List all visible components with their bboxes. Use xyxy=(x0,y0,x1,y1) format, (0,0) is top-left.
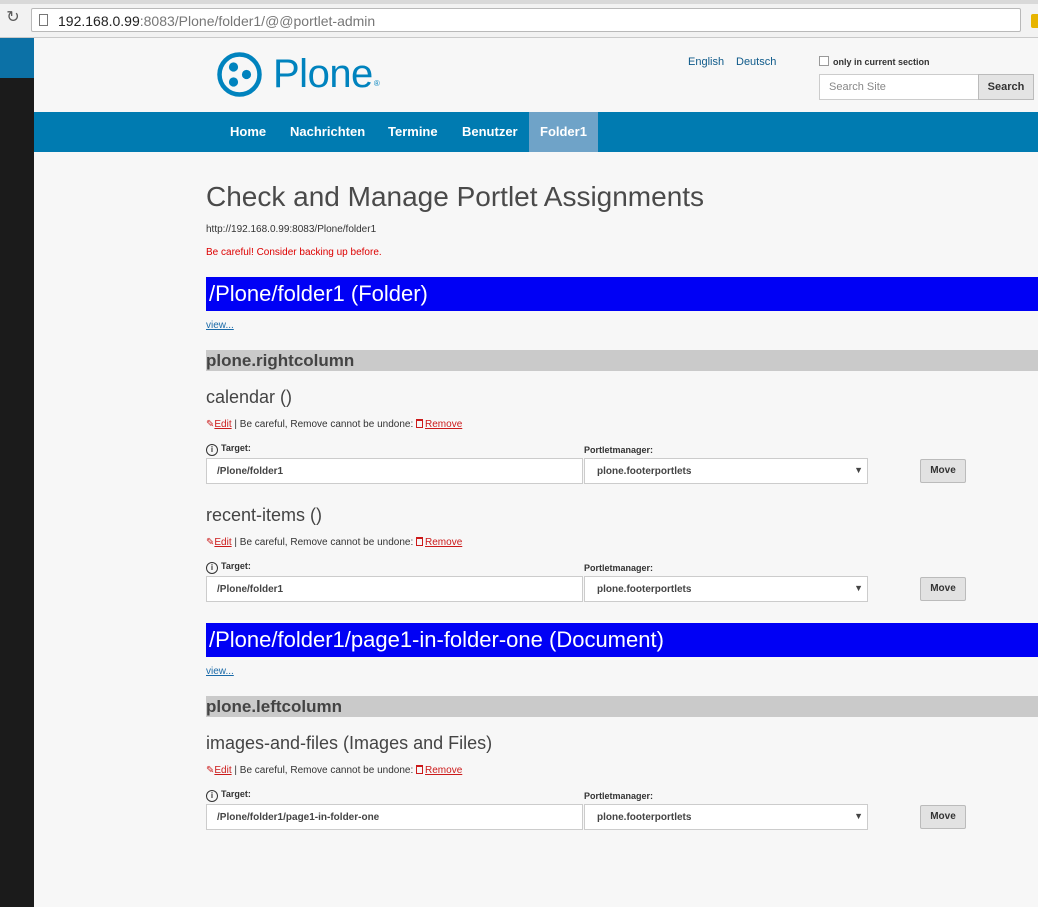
target-input[interactable]: /Plone/folder1 xyxy=(206,576,583,602)
remove-link[interactable]: Remove xyxy=(425,419,462,430)
portlet-title-images-and-files: images-and-files (Images and Files) xyxy=(206,733,493,753)
trash-icon xyxy=(416,765,424,774)
view-link-page1[interactable]: view... xyxy=(206,666,234,677)
remove-link[interactable]: Remove xyxy=(425,537,462,548)
portlet-actions-images-and-files: ✎Edit | Be careful, Remove cannot be und… xyxy=(206,765,462,776)
target-label-text: Target: xyxy=(221,443,251,453)
info-icon: i xyxy=(206,790,218,802)
remove-warning-text: | Be careful, Remove cannot be undone: xyxy=(231,537,417,548)
column-heading-leftcolumn: plone.leftcolumn xyxy=(206,696,1038,717)
portlet-title-calendar: calendar () xyxy=(206,387,293,407)
portletmanager-selected-value: plone.footerportlets xyxy=(597,466,692,477)
url-path: :8083/Plone/folder1/@@portlet-admin xyxy=(139,13,376,29)
target-label-text: Target: xyxy=(221,561,251,571)
nav-item-benutzer[interactable]: Benutzer xyxy=(451,112,529,152)
portlet-actions-calendar: ✎Edit | Be careful, Remove cannot be und… xyxy=(206,419,462,430)
search-input[interactable]: Search Site xyxy=(819,74,979,100)
context-url: http://192.168.0.99:8083/Plone/folder1 xyxy=(206,224,377,235)
logo-wordmark: Plone xyxy=(273,52,373,96)
language-english[interactable]: English xyxy=(688,56,724,68)
extension-icon[interactable] xyxy=(1031,14,1038,28)
only-current-section-checkbox[interactable] xyxy=(819,56,829,66)
reload-icon[interactable]: ↻ xyxy=(5,10,21,26)
browser-toolbar: ↻ 192.168.0.99:8083/Plone/folder1/@@port… xyxy=(0,4,1038,38)
chevron-down-icon: ▼ xyxy=(854,583,863,593)
backup-warning: Be careful! Consider backing up before. xyxy=(206,247,382,258)
remove-link[interactable]: Remove xyxy=(425,765,462,776)
portletmanager-label: Portletmanager: xyxy=(584,445,654,455)
move-button[interactable]: Move xyxy=(920,459,966,483)
edit-link[interactable]: Edit xyxy=(214,419,231,430)
page-title: Check and Manage Portlet Assignments xyxy=(206,181,705,212)
target-input[interactable]: /Plone/folder1/page1-in-folder-one xyxy=(206,804,583,830)
remove-warning-text: | Be careful, Remove cannot be undone: xyxy=(231,419,417,430)
logo-text: Plone® xyxy=(273,50,380,98)
object-heading-page1: /Plone/folder1/page1-in-folder-one (Docu… xyxy=(206,623,1038,657)
nav-item-home[interactable]: Home xyxy=(219,112,277,152)
portletmanager-select[interactable]: plone.footerportlets ▼ xyxy=(584,804,868,830)
target-label: i Target: xyxy=(206,789,251,802)
portletmanager-selected-value: plone.footerportlets xyxy=(597,584,692,595)
address-url[interactable]: 192.168.0.99:8083/Plone/folder1/@@portle… xyxy=(58,13,375,29)
column-heading-rightcolumn: plone.rightcolumn xyxy=(206,350,1038,371)
portlet-actions-recent-items: ✎Edit | Be careful, Remove cannot be und… xyxy=(206,537,462,548)
view-link-folder1[interactable]: view... xyxy=(206,320,234,331)
page-icon xyxy=(39,14,48,26)
logo-registered-mark: ® xyxy=(373,79,380,88)
main-navigation: Home Nachrichten Termine Benutzer Folder… xyxy=(34,112,1038,152)
info-icon: i xyxy=(206,562,218,574)
move-button[interactable]: Move xyxy=(920,805,966,829)
portlet-title-recent-items: recent-items () xyxy=(206,505,323,525)
url-host: 192.168.0.99 xyxy=(58,13,140,29)
trash-icon xyxy=(416,419,424,428)
search-button[interactable]: Search xyxy=(978,74,1034,100)
remove-warning-text: | Be careful, Remove cannot be undone: xyxy=(231,765,417,776)
nav-item-termine[interactable]: Termine xyxy=(377,112,449,152)
portletmanager-select[interactable]: plone.footerportlets ▼ xyxy=(584,458,868,484)
move-button[interactable]: Move xyxy=(920,577,966,601)
trash-icon xyxy=(416,537,424,546)
portletmanager-label: Portletmanager: xyxy=(584,563,654,573)
info-icon: i xyxy=(206,444,218,456)
portletmanager-label: Portletmanager: xyxy=(584,791,654,801)
target-input[interactable]: /Plone/folder1 xyxy=(206,458,583,484)
left-dark-strip xyxy=(0,38,34,907)
only-current-section-option[interactable]: only in current section xyxy=(819,56,930,67)
target-label-text: Target: xyxy=(221,789,251,799)
nav-item-nachrichten[interactable]: Nachrichten xyxy=(279,112,376,152)
only-current-section-label: only in current section xyxy=(833,57,930,67)
language-deutsch[interactable]: Deutsch xyxy=(736,56,776,68)
nav-item-folder1[interactable]: Folder1 xyxy=(529,112,598,152)
address-bar[interactable]: 192.168.0.99:8083/Plone/folder1/@@portle… xyxy=(31,8,1021,32)
target-label: i Target: xyxy=(206,443,251,456)
plone-logo-icon xyxy=(217,52,262,97)
chevron-down-icon: ▼ xyxy=(854,465,863,475)
object-heading-folder1: /Plone/folder1 (Folder) xyxy=(206,277,1038,311)
target-label: i Target: xyxy=(206,561,251,574)
left-strip-accent xyxy=(0,38,34,78)
plone-logo[interactable]: Plone® xyxy=(217,50,397,98)
chevron-down-icon: ▼ xyxy=(854,811,863,821)
portletmanager-select[interactable]: plone.footerportlets ▼ xyxy=(584,576,868,602)
portletmanager-selected-value: plone.footerportlets xyxy=(597,812,692,823)
edit-link[interactable]: Edit xyxy=(214,537,231,548)
edit-link[interactable]: Edit xyxy=(214,765,231,776)
